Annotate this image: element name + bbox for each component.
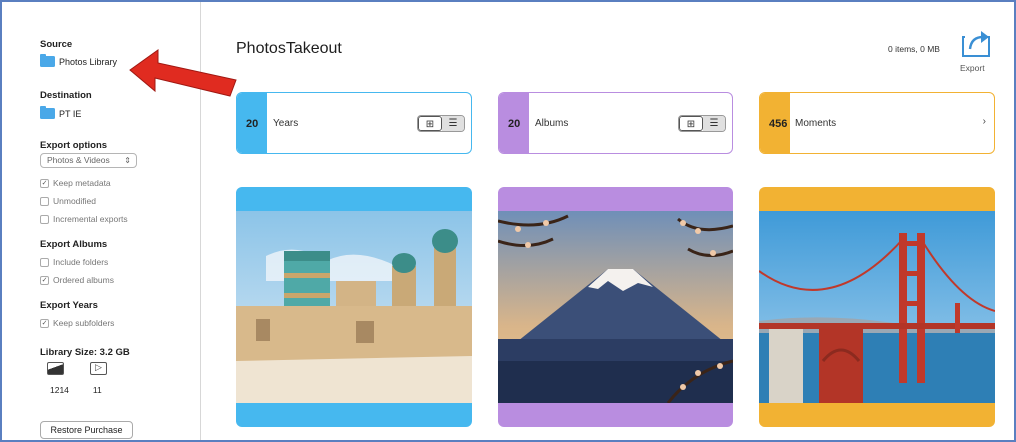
export-button[interactable] [958,28,994,63]
ordered-albums-option[interactable]: ✓ Ordered albums [40,275,114,285]
albums-photo-tile[interactable] [498,187,733,427]
view-toggle[interactable]: ⊞ ☰ [678,115,726,132]
page-title: PhotosTakeout [236,40,342,57]
list-view-icon[interactable]: ☰ [442,116,464,131]
tile-band [498,403,733,427]
years-photo-tile[interactable] [236,187,472,427]
include-folders-option[interactable]: Include folders [40,257,108,267]
tile-band [236,403,472,427]
moments-photo-tile[interactable] [759,187,995,427]
export-options-heading: Export options [40,140,108,151]
fuji-photo [498,211,733,403]
video-count: 11 [92,385,102,395]
grid-view-icon[interactable]: ⊞ [679,116,703,131]
tile-band [759,187,995,211]
incremental-label: Incremental exports [53,214,128,224]
tile-band [498,187,733,211]
grid-view-icon[interactable]: ⊞ [418,116,442,131]
years-count: 20 [246,118,259,130]
keep-metadata-label: Keep metadata [53,178,111,188]
keep-subfolders-checkbox[interactable]: ✓ [40,318,49,328]
export-info: 0 items, 0 MB [888,44,940,54]
export-years-heading: Export Years [40,300,98,311]
khiva-photo [236,211,472,403]
unmodified-label: Unmodified [53,196,96,206]
source-picker[interactable]: Photos Library [40,54,118,67]
albums-card[interactable]: 20 Albums ⊞ ☰ [498,92,733,154]
chevron-right-icon: › [982,116,986,127]
list-view-icon[interactable]: ☰ [703,116,725,131]
photo-count: 1214 [50,385,69,395]
golden-gate-photo [759,211,995,403]
incremental-checkbox[interactable] [40,214,49,224]
export-label: Export [960,63,985,73]
export-albums-heading: Export Albums [40,239,108,250]
source-heading: Source [40,39,73,50]
destination-picker[interactable]: PT IE [40,106,82,119]
library-size: Library Size: 3.2 GB [40,347,130,358]
video-icon [90,362,107,375]
years-card[interactable]: 20 Years ⊞ ☰ [236,92,472,154]
moments-count: 456 [769,118,788,130]
moments-label: Moments [795,118,837,129]
export-type-value: Photos & Videos [47,155,110,165]
unmodified-checkbox[interactable] [40,196,49,206]
share-icon [962,31,990,57]
albums-count: 20 [508,118,521,130]
keep-subfolders-label: Keep subfolders [53,318,115,328]
albums-label: Albums [535,118,569,129]
chevron-updown-icon: ⇕ [124,156,131,165]
destination-heading: Destination [40,90,92,101]
years-label: Years [273,118,299,129]
tile-band [236,187,472,211]
ordered-albums-checkbox[interactable]: ✓ [40,275,49,285]
image-icon [47,362,64,375]
restore-purchase-button[interactable]: Restore Purchase [40,421,133,439]
tile-band [759,403,995,427]
keep-metadata-option[interactable]: ✓ Keep metadata [40,178,111,188]
view-toggle[interactable]: ⊞ ☰ [417,115,465,132]
annotation-arrow [129,49,237,97]
ordered-albums-label: Ordered albums [53,275,114,285]
moments-card[interactable]: 456 Moments › [759,92,995,154]
source-value: Photos Library [59,56,118,67]
library-stats-counts: 1214 11 [50,385,102,395]
keep-metadata-checkbox[interactable]: ✓ [40,178,49,188]
incremental-option[interactable]: Incremental exports [40,214,128,224]
keep-subfolders-option[interactable]: ✓ Keep subfolders [40,318,114,328]
library-stats-icons [47,362,107,375]
destination-value: PT IE [59,108,82,119]
export-type-select[interactable]: Photos & Videos ⇕ [40,153,137,168]
include-folders-label: Include folders [53,257,109,267]
include-folders-checkbox[interactable] [40,257,49,267]
unmodified-option[interactable]: Unmodified [40,196,96,206]
folder-icon [40,54,55,67]
folder-icon [40,106,55,119]
